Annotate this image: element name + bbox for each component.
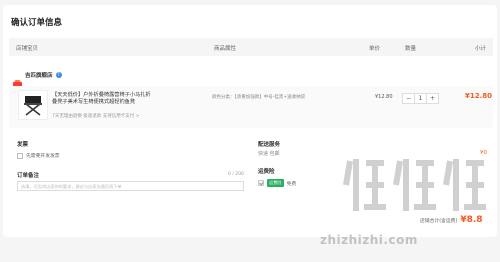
delivery-label: 配送服务 [258, 142, 281, 148]
header-price: 单价 [369, 46, 381, 52]
product-attribute: 颜色分类：【承重加强款】中号-挂黑+送收纳袋 [212, 95, 306, 100]
qty-plus-button[interactable]: + [427, 94, 438, 103]
delivery-method[interactable]: 快递 包邮 [258, 150, 280, 157]
unit-price: ¥12.80 [375, 94, 393, 100]
header-shop: 店铺宝贝 [16, 46, 39, 52]
remark-label: 订单备注 [17, 173, 40, 179]
qty-input[interactable]: 1 [414, 94, 427, 103]
insurance-row[interactable]: 运费险 免费 [258, 179, 296, 187]
invoice-option-label: 先需要开发发票 [26, 154, 60, 159]
insurance-checkbox[interactable] [258, 180, 264, 186]
product-title[interactable]: 【天天低价】户外折叠椅露营椅子小马扎折叠凳子美术写生椅便携式超轻钓鱼凳 [52, 92, 152, 106]
product-service-tags[interactable]: 7天无理由退换 极速退款 支持信用卡支付 > [52, 113, 139, 119]
shop-total: 店铺合计(含运费) ¥8.8 [420, 215, 483, 225]
store-icon [13, 72, 22, 87]
insurance-label: 运费险 [258, 169, 275, 175]
qty-minus-button[interactable]: − [403, 94, 414, 103]
shop-row: 吉匹旗舰店 ? [13, 70, 62, 87]
header-qty: 数量 [405, 46, 417, 52]
shop-name[interactable]: 吉匹旗舰店 [25, 71, 53, 79]
total-amount: ¥8.8 [460, 215, 483, 225]
invoice-option[interactable]: 先需要开发发票 [17, 152, 60, 159]
invoice-label: 发票 [17, 142, 29, 148]
header-attr: 商品属性 [214, 46, 237, 52]
product-thumbnail[interactable] [18, 90, 48, 120]
page-title: 确认订单信息 [11, 18, 63, 28]
quantity-stepper: − 1 + [402, 93, 439, 104]
insurance-badge: 运费险 [267, 179, 284, 187]
insurance-value: 免费 [286, 181, 297, 187]
remark-input[interactable]: 选填，可告知店家你的要求，建议与店家沟通后再下单 [17, 181, 244, 191]
table-header: 店铺宝贝 商品属性 单价 数量 小计 [9, 38, 493, 56]
info-icon[interactable]: ? [55, 72, 62, 78]
cart-item: 【天天低价】户外折叠椅露营椅子小马扎折叠凳子美术写生椅便携式超轻钓鱼凳 7天无理… [9, 86, 493, 128]
watermark-url: zhizhizhi.com [320, 233, 418, 247]
item-subtotal: ¥12.80 [465, 92, 493, 100]
delivery-fee: ¥0 [480, 150, 487, 156]
total-label: 店铺合计(含运费) [420, 219, 458, 224]
invoice-checkbox[interactable] [17, 152, 23, 159]
header-subtotal: 小计 [475, 46, 487, 52]
remark-counter: 0 / 200 [228, 172, 244, 177]
